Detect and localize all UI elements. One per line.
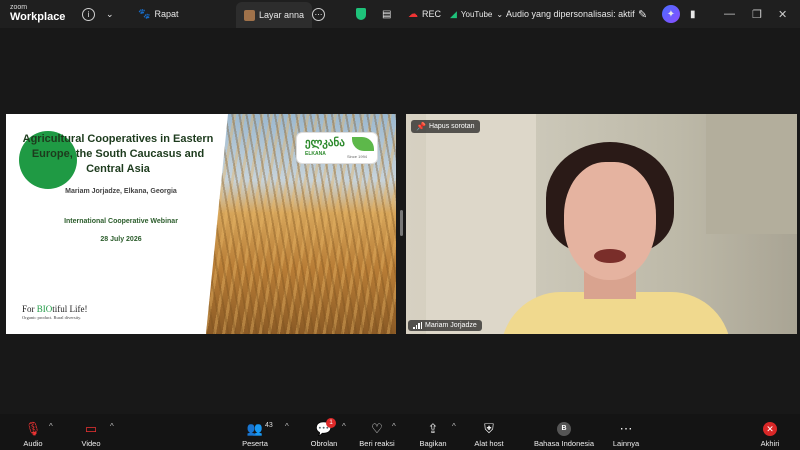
encryption-shield[interactable] [356, 0, 366, 28]
microphone-muted-icon: 🎙 [24, 421, 42, 436]
ellipsis-icon: ⋯ [619, 421, 633, 436]
share-button[interactable]: ⇪ Bagikan [418, 418, 448, 449]
person-mouth [594, 249, 626, 263]
signal-icon: ◢ [450, 8, 457, 19]
people-icon: 👥 [246, 421, 264, 436]
shield-icon: ⛨ [484, 421, 494, 436]
leaf-icon [352, 137, 374, 151]
close-icon: ✕ [763, 422, 777, 436]
meeting-tab[interactable]: 🐾 Rapat [138, 0, 178, 28]
notes-button[interactable]: ▤ [382, 0, 391, 28]
resize-handle[interactable] [400, 210, 403, 236]
chevron-down-icon[interactable]: ⌄ [106, 0, 114, 28]
notes-icon: ▤ [382, 8, 392, 20]
language-icon: B [557, 422, 571, 436]
heart-icon: ♡ [371, 421, 383, 436]
host-tools-button[interactable]: ⛨ Alat host [472, 418, 506, 449]
background-cabinet [706, 114, 797, 234]
video-button[interactable]: ▭ Video [78, 418, 104, 449]
ellipsis-icon: ⋯ [312, 7, 325, 21]
chevron-up-icon[interactable]: ^ [49, 422, 53, 431]
camera-off-icon: ▭ [84, 421, 98, 436]
remove-spotlight-button[interactable]: 📌 Hapus sorotan [411, 120, 480, 133]
share-screen-icon: ⇪ [427, 421, 439, 436]
participant-name-tag: Mariam Jorjadze [408, 320, 482, 331]
slide-title: Agricultural Cooperatives in Eastern Eur… [22, 133, 214, 175]
participant-video-tile[interactable]: 📌 Hapus sorotan Mariam Jorjadze [406, 114, 797, 334]
livestream-youtube[interactable]: ◢ YouTube ⌄ [450, 0, 503, 28]
meeting-info-button[interactable]: i [82, 0, 95, 28]
shield-icon [356, 8, 366, 20]
signal-icon [413, 322, 422, 329]
more-options-button[interactable]: ⋯ [312, 0, 325, 28]
participants-count: 43 [265, 422, 273, 429]
slide-webinar: International Cooperative Webinar [64, 218, 178, 225]
chevron-up-icon[interactable]: ^ [110, 422, 114, 431]
elkana-logo: ელკანა ELKANA Since 1994 [296, 132, 378, 164]
avatar [244, 9, 255, 21]
slide-footer-sub: Organic product. Rural diversity. [22, 315, 82, 320]
restore-button[interactable]: ❐ [752, 0, 762, 28]
chevron-up-icon[interactable]: ^ [392, 422, 396, 431]
view-icon: ▮ [690, 8, 696, 20]
paw-icon: 🐾 [138, 8, 151, 20]
chat-badge: 1 [326, 418, 336, 428]
view-mode-button[interactable]: ▮ [690, 0, 696, 28]
info-icon: i [82, 7, 95, 21]
slide-author: Mariam Jorjadze, Elkana, Georgia [65, 188, 177, 195]
shared-screen[interactable]: Agricultural Cooperatives in Eastern Eur… [6, 114, 396, 334]
cloud-record-icon: ☁ [408, 8, 418, 20]
minimize-button[interactable]: — [724, 0, 735, 28]
top-bar: zoom Workplace i ⌄ 🐾 Rapat Layar anna ⋯ … [0, 0, 800, 28]
pin-icon: 📌 [416, 122, 426, 131]
more-button[interactable]: ⋯ Lainnya [612, 418, 640, 449]
close-window-button[interactable]: ✕ [778, 0, 787, 28]
language-button[interactable]: B Bahasa Indonesia [532, 418, 596, 448]
personalized-audio-status[interactable]: Audio yang dipersonalisasi: aktif [506, 0, 635, 28]
slide-footer: For BIOtiful Life! [22, 304, 88, 314]
chevron-up-icon[interactable]: ^ [342, 422, 346, 431]
react-button[interactable]: ♡ Beri reaksi [358, 418, 396, 449]
audio-button[interactable]: 🎙 Audio [20, 418, 46, 449]
zoom-logo: zoom Workplace [10, 4, 66, 23]
recording-indicator[interactable]: ☁ REC [408, 0, 441, 28]
magic-wand-button[interactable]: ✎ [638, 0, 647, 28]
chevron-up-icon[interactable]: ^ [285, 422, 289, 431]
ai-companion-button[interactable]: ✦ [662, 0, 680, 28]
end-meeting-button[interactable]: ✕ Akhiri [758, 418, 782, 448]
chevron-down-icon: ⌄ [496, 9, 504, 19]
meeting-toolbar: 🎙 Audio ^ ▭ Video ^ 👥 Peserta 43 ^ 💬 Obr… [0, 414, 800, 450]
sparkle-icon: ✦ [662, 5, 680, 23]
slide-date: 28 July 2026 [100, 236, 142, 243]
share-screen-tab[interactable]: Layar anna [236, 2, 313, 28]
wand-icon: ✎ [638, 8, 648, 21]
chevron-up-icon[interactable]: ^ [452, 422, 456, 431]
background-door [426, 114, 536, 334]
